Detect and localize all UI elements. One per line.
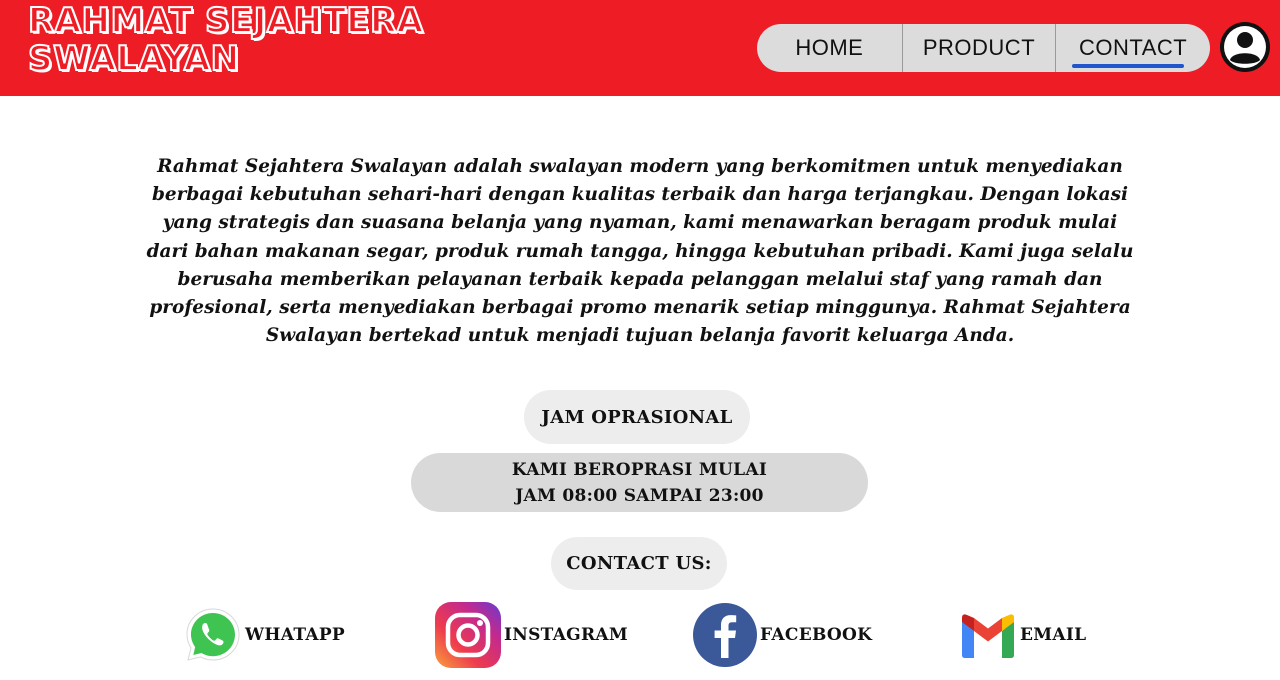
nav-contact[interactable]: CONTACT bbox=[1056, 24, 1210, 72]
whatsapp-label: WHATAPP bbox=[245, 625, 345, 645]
instagram-link[interactable]: INSTAGRAM bbox=[434, 600, 628, 670]
hours-info: KAMI BEROPRASI MULAI JAM 08:00 SAMPAI 23… bbox=[411, 453, 868, 512]
about-paragraph: Rahmat Sejahtera Swalayan adalah swalaya… bbox=[146, 156, 1134, 347]
site-header: RAHMAT SEJAHTERA SWALAYAN HOME PRODUCT C… bbox=[0, 0, 1280, 96]
facebook-label: FACEBOOK bbox=[760, 625, 873, 645]
hours-line-2: JAM 08:00 SAMPAI 23:00 bbox=[515, 485, 764, 506]
hours-line-1: KAMI BEROPRASI MULAI bbox=[511, 459, 768, 480]
brand-logo[interactable]: RAHMAT SEJAHTERA SWALAYAN bbox=[27, 1, 488, 79]
instagram-label: INSTAGRAM bbox=[504, 625, 629, 645]
nav-home[interactable]: HOME bbox=[757, 24, 903, 72]
main-nav: HOME PRODUCT CONTACT bbox=[757, 24, 1210, 72]
whatsapp-icon bbox=[186, 608, 240, 661]
email-label: EMAIL bbox=[1020, 625, 1087, 645]
contact-title: CONTACT US: bbox=[551, 537, 727, 590]
brand-line-2: SWALAYAN bbox=[27, 39, 240, 79]
email-link[interactable]: EMAIL bbox=[958, 600, 1086, 670]
instagram-icon bbox=[435, 602, 501, 668]
hours-title: JAM OPRASIONAL bbox=[524, 390, 750, 444]
user-circle-icon[interactable] bbox=[1219, 21, 1271, 73]
whatsapp-link[interactable]: WHATAPP bbox=[183, 600, 345, 670]
gmail-icon bbox=[962, 614, 1014, 658]
facebook-link[interactable]: FACEBOOK bbox=[692, 600, 872, 670]
facebook-icon bbox=[693, 603, 757, 667]
brand-line-1: RAHMAT SEJAHTERA bbox=[27, 1, 424, 41]
nav-product[interactable]: PRODUCT bbox=[903, 24, 1057, 72]
